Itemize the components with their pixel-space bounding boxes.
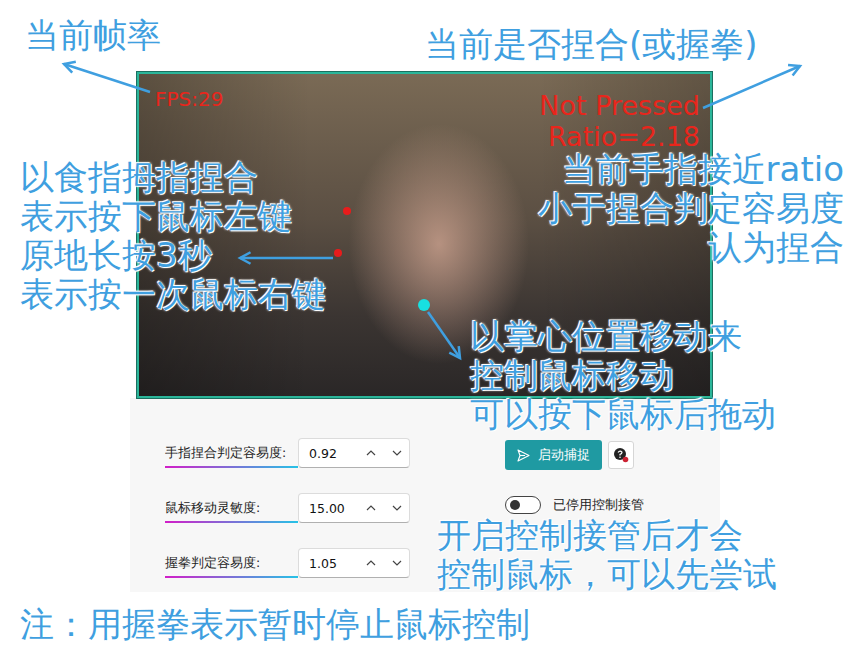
start-capture-button[interactable]: 启动捕捉 <box>505 440 602 470</box>
send-icon <box>517 449 530 462</box>
annotation: 以食指拇指捏合表示按下鼠标左键原地长按3秒表示按一次鼠标右键 <box>20 158 326 314</box>
index-tip-dot <box>343 207 351 215</box>
annotation-line: 当前手指接近ratio <box>538 150 844 189</box>
number-spinbox[interactable]: 1.05 <box>298 548 410 578</box>
annotation: 以掌心位置移动来控制鼠标移动可以按下鼠标后拖动 <box>470 317 776 434</box>
annotation-line: 控制鼠标，可以先尝试 <box>437 555 777 594</box>
fps-readout: FPS:29 <box>155 88 223 111</box>
control-toggle-label: 已停用控制接管 <box>553 497 644 514</box>
annotation-line: 当前帧率 <box>25 16 161 55</box>
setting-row: 手指捏合判定容易度: 0.92 <box>165 436 505 470</box>
palm-center-dot <box>418 299 430 311</box>
annotation-line: 原地长按3秒 <box>20 236 326 275</box>
spinbox-value[interactable]: 1.05 <box>309 556 351 571</box>
setting-label: 鼠标移动灵敏度: <box>165 494 298 523</box>
annotation-line: 开启控制接管后才会 <box>437 516 777 555</box>
button-row: 启动捕捉 <box>505 440 644 470</box>
annotation-line: 表示按下鼠标左键 <box>20 197 326 236</box>
annotation-line: 小于捏合判定容易度 <box>538 189 844 228</box>
number-spinbox[interactable]: 15.00 <box>298 493 410 523</box>
annotation-line: 当前是否捏合(或握拳) <box>425 25 758 64</box>
chevron-down-icon[interactable] <box>391 557 403 569</box>
annotation-line: 以食指拇指捏合 <box>20 158 326 197</box>
number-spinbox[interactable]: 0.92 <box>298 438 410 468</box>
annotation-line: 注：用握拳表示暂时停止鼠标控制 <box>20 605 530 644</box>
control-toggle[interactable] <box>505 496 541 514</box>
chevron-up-icon[interactable] <box>365 557 377 569</box>
pinch-status: Not PressedRatio=2.18 <box>539 90 700 152</box>
annotation-line: 以掌心位置移动来 <box>470 317 776 356</box>
annotation: 开启控制接管后才会控制鼠标，可以先尝试 <box>437 516 777 594</box>
help-icon <box>613 447 629 463</box>
chevron-down-icon[interactable] <box>391 447 403 459</box>
control-toggle-row: 已停用控制接管 <box>505 496 644 514</box>
annotation: 注：用握拳表示暂时停止鼠标控制 <box>20 605 530 644</box>
start-capture-label[interactable]: 启动捕捉 <box>538 447 590 464</box>
annotation: 当前帧率 <box>25 16 161 55</box>
annotation-line: 表示按一次鼠标右键 <box>20 275 326 314</box>
pressed-status: Not Pressed <box>539 90 700 121</box>
annotation: 当前手指接近ratio小于捏合判定容易度认为捏合 <box>538 150 844 267</box>
help-button[interactable] <box>608 441 634 469</box>
annotation-line: 可以按下鼠标后拖动 <box>470 395 776 434</box>
annotation: 当前是否捏合(或握拳) <box>425 25 758 64</box>
chevron-up-icon[interactable] <box>365 447 377 459</box>
ratio-readout: Ratio=2.18 <box>539 121 700 152</box>
thumb-tip-dot <box>334 249 342 257</box>
setting-label: 手指捏合判定容易度: <box>165 439 298 468</box>
spinbox-value[interactable]: 0.92 <box>309 446 351 461</box>
setting-label: 握拳判定容易度: <box>165 549 298 578</box>
annotation-line: 控制鼠标移动 <box>470 356 776 395</box>
chevron-up-icon[interactable] <box>365 502 377 514</box>
annotation-line: 认为捏合 <box>538 228 844 267</box>
spinbox-value[interactable]: 15.00 <box>309 501 351 516</box>
chevron-down-icon[interactable] <box>391 502 403 514</box>
toggle-knob[interactable] <box>510 500 520 510</box>
